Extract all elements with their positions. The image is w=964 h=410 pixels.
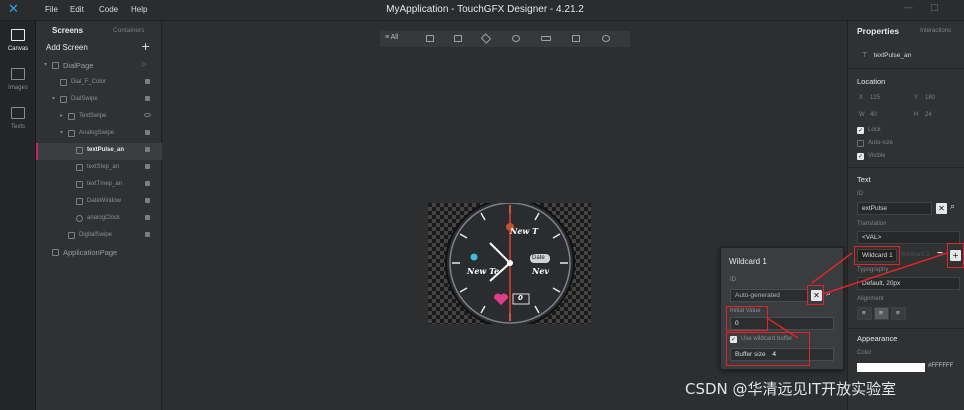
annotation-lines <box>766 252 948 339</box>
csdn-watermark: CSDN @华清远见IT开放实验室 <box>685 380 897 398</box>
